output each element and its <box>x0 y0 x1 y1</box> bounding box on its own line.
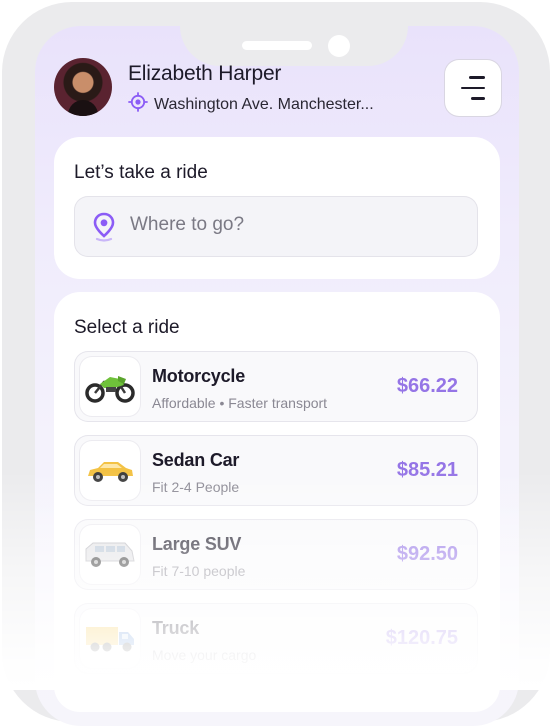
select-ride-title: Select a ride <box>74 317 180 338</box>
ride-name: Truck <box>152 618 200 638</box>
ride-price: $92.50 <box>396 543 458 565</box>
location-target-icon <box>128 92 148 117</box>
take-ride-card: Let’s take a ride <box>54 137 500 279</box>
take-ride-title: Let’s take a ride <box>74 162 208 183</box>
ride-option-truck[interactable]: Truck Move your cargo $120.75 <box>74 603 478 674</box>
menu-button[interactable] <box>445 60 501 116</box>
truck-icon <box>80 609 140 668</box>
phone-mockup: Elizabeth Harper Washington Ave. Manches… <box>0 0 555 726</box>
ride-price: $120.75 <box>385 627 458 649</box>
ride-price: $85.21 <box>396 459 458 481</box>
destination-search[interactable] <box>74 196 478 257</box>
user-name: Elizabeth Harper <box>128 62 282 85</box>
avatar[interactable] <box>54 58 112 116</box>
front-camera <box>328 35 350 57</box>
ride-option-sedan[interactable]: Sedan Car Fit 2-4 People $85.21 <box>74 435 478 506</box>
map-pin-icon <box>92 212 116 247</box>
ride-name: Sedan Car <box>152 450 240 470</box>
select-ride-card: Select a ride Motorcycle Affordable • Fa… <box>54 292 500 712</box>
ride-description: Fit 7-10 people <box>152 563 246 579</box>
suv-icon <box>80 525 140 584</box>
ride-name: Large SUV <box>152 534 242 554</box>
menu-icon <box>469 76 485 79</box>
motorcycle-icon <box>80 357 140 416</box>
phone-notch <box>180 2 408 66</box>
ride-price: $66.22 <box>396 375 458 397</box>
ride-option-motorcycle[interactable]: Motorcycle Affordable • Faster transport… <box>74 351 478 422</box>
location-text: Washington Ave. Manchester... <box>154 95 374 113</box>
sedan-car-icon <box>80 441 140 500</box>
search-input[interactable] <box>130 214 450 236</box>
ride-description: Fit 2-4 People <box>152 479 240 495</box>
ride-option-suv[interactable]: Large SUV Fit 7-10 people $92.50 <box>74 519 478 590</box>
ride-description: Move your cargo <box>152 647 257 663</box>
location-row[interactable]: Washington Ave. Manchester... <box>128 92 374 117</box>
ride-name: Motorcycle <box>152 366 246 386</box>
speaker-slot <box>242 41 312 50</box>
ride-description: Affordable • Faster transport <box>152 395 328 411</box>
